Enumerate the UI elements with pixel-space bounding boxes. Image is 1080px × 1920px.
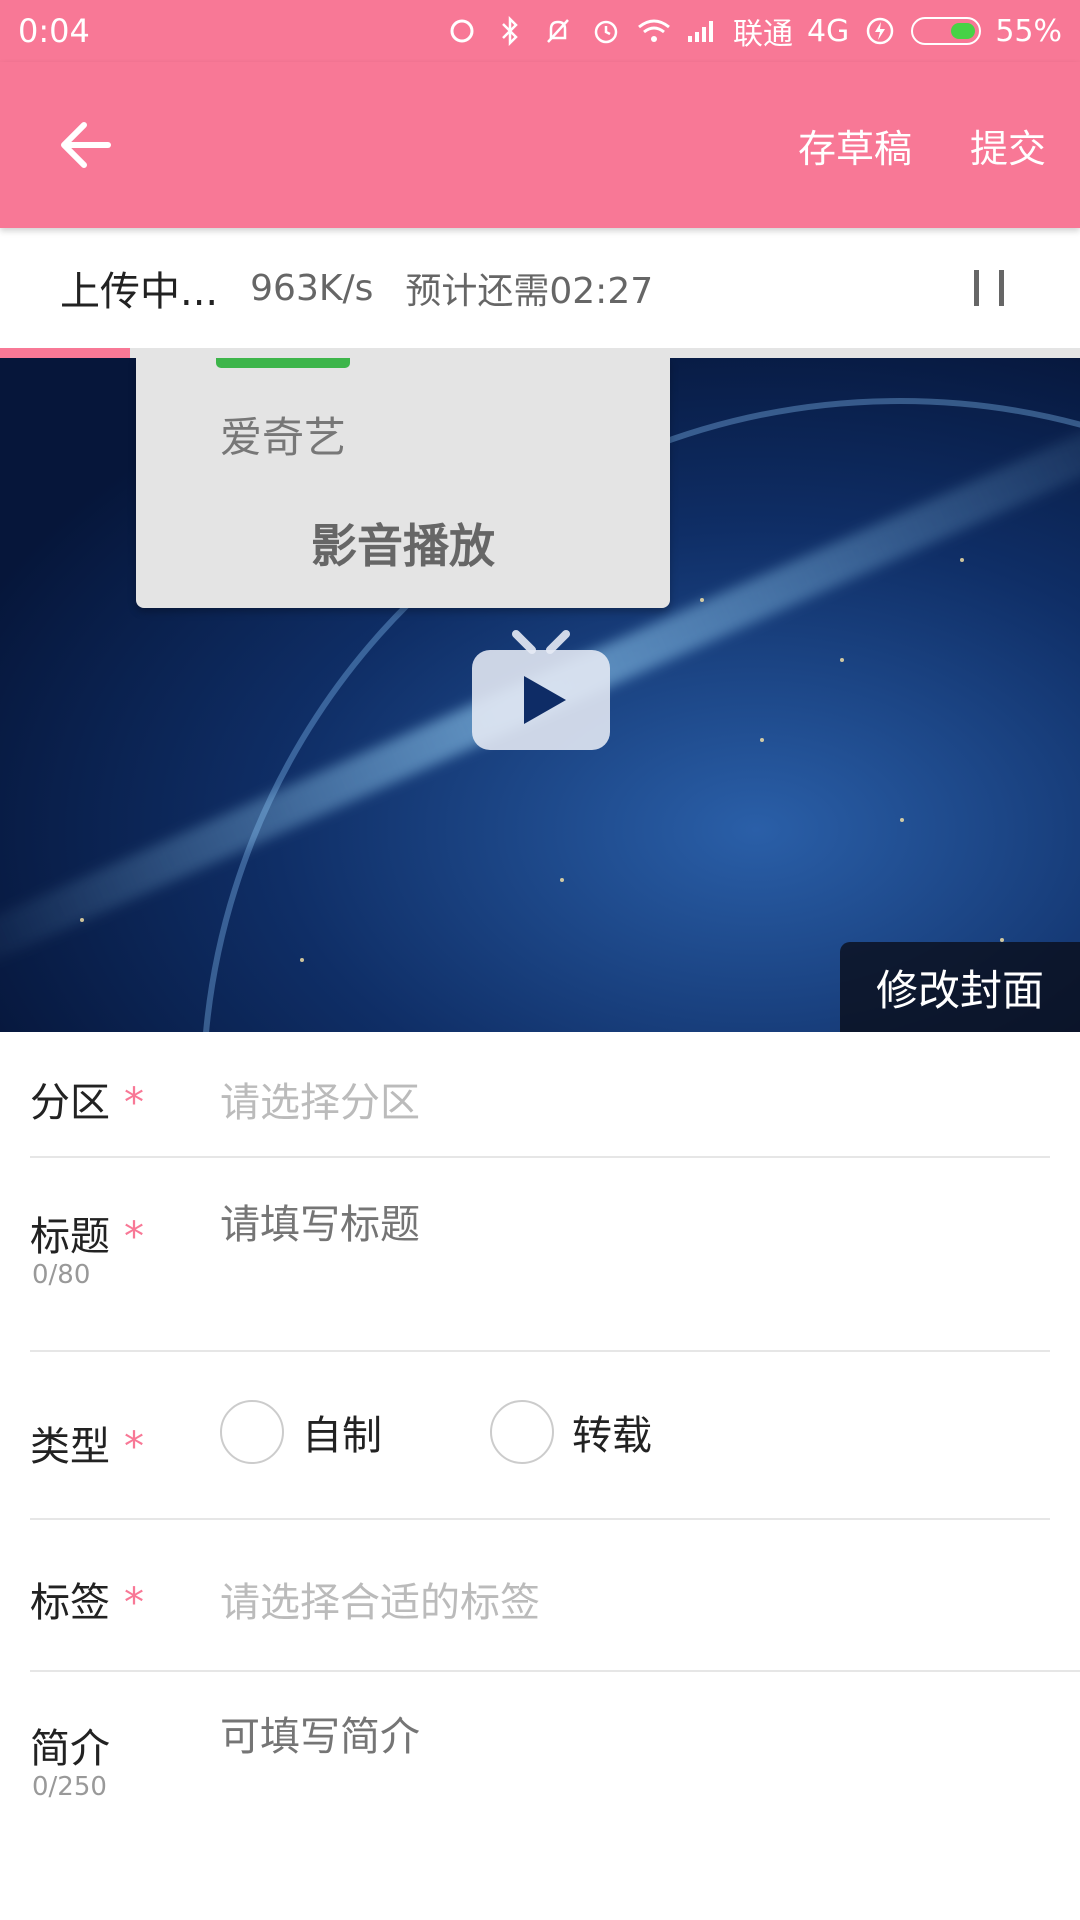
section-selector[interactable]: 请选择分区 bbox=[220, 1070, 1020, 1128]
arrow-left-icon bbox=[61, 122, 111, 168]
title-input[interactable] bbox=[220, 1202, 1020, 1248]
network-type: 4G bbox=[806, 13, 850, 49]
radio-repost[interactable] bbox=[490, 1400, 554, 1464]
popup-accent-bar bbox=[216, 358, 350, 368]
submit-button[interactable]: 提交 bbox=[970, 118, 1046, 173]
upload-status-row: 上传中... 963K/s 预计还需02:27 bbox=[0, 228, 1080, 348]
radio-repost-label[interactable]: 转载 bbox=[572, 1403, 652, 1461]
type-radio-group: 自制 转载 bbox=[220, 1400, 652, 1464]
upload-speed: 963K/s bbox=[250, 267, 374, 309]
app-chooser-popup: 爱奇艺 影音播放 bbox=[136, 358, 670, 608]
pause-button[interactable] bbox=[974, 270, 1004, 306]
intro-input[interactable] bbox=[220, 1714, 1020, 1760]
divider bbox=[30, 1518, 1050, 1520]
intro-label: 简介 bbox=[30, 1726, 110, 1772]
type-label: 类型 bbox=[30, 1424, 110, 1470]
upload-eta: 预计还需02:27 bbox=[405, 271, 654, 312]
title-row: 标题 * 0/80 bbox=[30, 1196, 1050, 1316]
upload-progress-bar bbox=[0, 348, 1080, 358]
tv-play-icon[interactable] bbox=[470, 630, 612, 756]
pause-icon bbox=[974, 270, 979, 306]
wifi-icon bbox=[637, 14, 671, 48]
battery-percent: 55% bbox=[995, 13, 1062, 49]
battery-icon bbox=[911, 17, 982, 45]
app-bar: 存草稿 提交 bbox=[0, 62, 1080, 228]
intro-char-count: 0/250 bbox=[32, 1772, 107, 1802]
title-label: 标题 bbox=[30, 1214, 110, 1260]
section-row[interactable]: 分区 * 请选择分区 bbox=[30, 1062, 1050, 1126]
required-mark: * bbox=[124, 1424, 144, 1470]
tags-row[interactable]: 标签 * 请选择合适的标签 bbox=[30, 1562, 1050, 1626]
edit-cover-button[interactable]: 修改封面 bbox=[840, 942, 1080, 1032]
popup-item-media-player[interactable]: 影音播放 bbox=[136, 510, 670, 576]
tags-selector[interactable]: 请选择合适的标签 bbox=[220, 1570, 1020, 1628]
status-bar: 0:04 联通 4G 55% bbox=[0, 0, 1080, 62]
upload-progress-fill bbox=[0, 348, 130, 358]
upload-status-text: 上传中... bbox=[60, 269, 219, 315]
required-mark: * bbox=[124, 1080, 144, 1126]
sync-icon bbox=[445, 14, 479, 48]
save-draft-button[interactable]: 存草稿 bbox=[798, 118, 912, 173]
type-row: 类型 * 自制 转载 bbox=[30, 1400, 1050, 1470]
title-char-count: 0/80 bbox=[32, 1260, 91, 1290]
mute-bell-icon bbox=[541, 14, 575, 48]
popup-item-iqiyi[interactable]: 爱奇艺 bbox=[220, 404, 346, 465]
divider bbox=[30, 1350, 1050, 1352]
divider bbox=[30, 1156, 1050, 1158]
required-mark: * bbox=[124, 1580, 144, 1626]
radio-original-label[interactable]: 自制 bbox=[302, 1403, 382, 1461]
divider bbox=[30, 1670, 1080, 1672]
required-mark: * bbox=[124, 1214, 144, 1260]
section-label: 分区 bbox=[30, 1080, 110, 1126]
intro-row: 简介 0/250 bbox=[30, 1708, 1050, 1828]
tags-label: 标签 bbox=[30, 1580, 110, 1626]
carrier-label: 联通 bbox=[732, 17, 793, 52]
battery-level bbox=[951, 23, 976, 39]
bluetooth-icon bbox=[493, 14, 527, 48]
status-time: 0:04 bbox=[18, 12, 90, 50]
radio-original[interactable] bbox=[220, 1400, 284, 1464]
signal-icon bbox=[685, 14, 719, 48]
charging-icon bbox=[863, 14, 897, 48]
video-cover[interactable]: 爱奇艺 影音播放 修改封面 bbox=[0, 358, 1080, 1032]
back-button[interactable] bbox=[56, 115, 116, 175]
alarm-icon bbox=[589, 14, 623, 48]
